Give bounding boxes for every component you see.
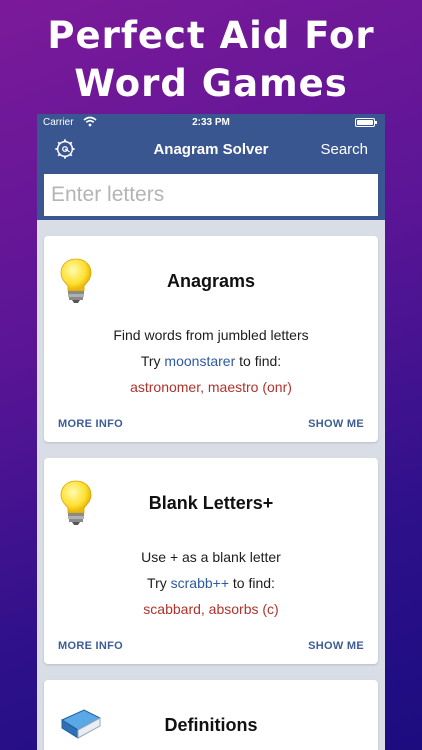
status-time: 2:33 PM [192, 117, 230, 128]
more-info-button[interactable]: MORE INFO [58, 418, 123, 430]
card-title: Definitions [164, 715, 258, 735]
card-definitions: Definitions [44, 680, 378, 750]
card-anagrams: Anagrams Find words from jumbled letters… [44, 236, 378, 442]
card-title: Blank Letters+ [148, 493, 274, 513]
more-info-button[interactable]: MORE INFO [58, 640, 123, 652]
show-me-button[interactable]: SHOW ME [308, 418, 364, 430]
navigation-bar: Carrier 2:33 PM Anagram Solver Search En… [37, 114, 385, 220]
try-prefix: Try [147, 575, 167, 591]
try-suffix: to find: [239, 353, 282, 369]
card-result: scabbard, absorbs (c) [143, 601, 279, 617]
try-suffix: to find: [232, 575, 275, 591]
status-bar: Carrier 2:33 PM [37, 114, 385, 132]
show-me-button[interactable]: SHOW ME [308, 640, 364, 652]
example-link[interactable]: moonstarer [164, 353, 235, 369]
card-example-line: Try moonstarer to find: [44, 353, 378, 369]
battery-icon [355, 118, 377, 127]
search-button[interactable]: Search [320, 141, 368, 158]
promo-headline: Perfect Aid For Word Games [0, 12, 422, 108]
headline-line-1: Perfect Aid For [47, 14, 375, 57]
card-example-line: Try scrabb++ to find: [44, 575, 378, 591]
letters-input[interactable] [44, 174, 378, 216]
phone-screen: Carrier 2:33 PM Anagram Solver Search En… [37, 114, 385, 750]
headline-line-2: Word Games [74, 62, 348, 105]
card-blank-letters: Blank Letters+ Use + as a blank letter T… [44, 458, 378, 664]
cards-list: Anagrams Find words from jumbled letters… [37, 220, 385, 750]
example-link[interactable]: scrabb++ [171, 575, 229, 591]
try-prefix: Try [140, 353, 161, 369]
card-title: Anagrams [166, 271, 256, 291]
card-description: Find words from jumbled letters [113, 327, 309, 343]
card-result: astronomer, maestro (onr) [130, 379, 292, 395]
card-description: Use + as a blank letter [141, 549, 281, 565]
